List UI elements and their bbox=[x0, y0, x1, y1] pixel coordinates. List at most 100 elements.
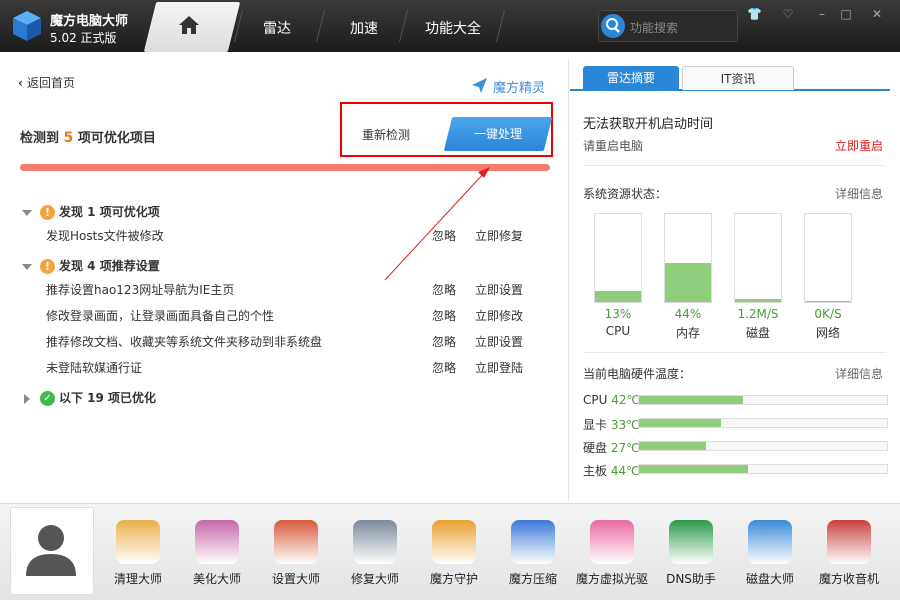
action-button[interactable]: 立即修改 bbox=[475, 307, 523, 324]
disc-icon bbox=[590, 520, 634, 564]
temp-fill bbox=[639, 442, 706, 450]
memory-label: 内存 bbox=[675, 326, 700, 340]
temp-fill bbox=[639, 465, 749, 473]
temp-fill bbox=[639, 419, 721, 427]
network-bar bbox=[804, 213, 852, 303]
temp-label: CPU bbox=[583, 393, 608, 407]
temp-label: 硬盘 bbox=[583, 441, 608, 455]
avatar-icon bbox=[26, 525, 76, 576]
archive-icon bbox=[511, 520, 555, 564]
boot-time-title: 无法获取开机启动时间 bbox=[583, 117, 714, 132]
restart-link[interactable]: 立即重启 bbox=[835, 137, 883, 154]
temp-value: 42℃ bbox=[611, 393, 640, 407]
resource-title: 系统资源状态： bbox=[583, 187, 668, 201]
tool-label: 磁盘大师 bbox=[745, 572, 794, 586]
check-icon: ✓ bbox=[40, 391, 55, 406]
temp-fill bbox=[639, 396, 744, 404]
group-recommend[interactable]: ! 发现 4 项推荐设置 bbox=[22, 257, 160, 274]
broom-icon bbox=[116, 520, 160, 564]
tool-repair[interactable]: 修复大师 bbox=[335, 510, 415, 587]
action-button[interactable]: 立即设置 bbox=[475, 281, 523, 298]
ignore-button[interactable]: 忽略 bbox=[432, 281, 456, 298]
network-label: 网络 bbox=[815, 326, 840, 340]
cpu-value: 13% bbox=[604, 307, 632, 321]
disk-fill bbox=[735, 299, 781, 302]
collapse-icon bbox=[24, 393, 30, 404]
group-optimize[interactable]: ! 发现 1 项可优化项 bbox=[22, 203, 160, 220]
radio-icon bbox=[827, 520, 871, 564]
temp-bar-cpu bbox=[638, 395, 888, 405]
tool-label: DNS助手 bbox=[666, 572, 716, 586]
tool-label: 魔方虚拟光驱 bbox=[575, 572, 648, 586]
tool-cleaner[interactable]: 清理大师 bbox=[98, 510, 178, 587]
ignore-button[interactable]: 忽略 bbox=[432, 307, 456, 324]
ignore-button[interactable]: 忽略 bbox=[432, 359, 456, 376]
disk-label: 磁盘 bbox=[745, 326, 770, 340]
action-button[interactable]: 立即修复 bbox=[475, 227, 523, 244]
ignore-button[interactable]: 忽略 bbox=[432, 333, 456, 350]
temp-label: 显卡 bbox=[583, 418, 608, 432]
memory-value: 44% bbox=[674, 307, 702, 321]
dns-globe-icon bbox=[669, 520, 713, 564]
group-title: 发现 4 项推荐设置 bbox=[59, 259, 160, 273]
tool-beautify[interactable]: 美化大师 bbox=[177, 510, 257, 587]
list-item: 发现Hosts文件被修改 bbox=[46, 229, 164, 243]
tool-guard[interactable]: 魔方守护 bbox=[414, 510, 494, 587]
rocket-icon bbox=[274, 520, 318, 564]
ignore-button[interactable]: 忽略 bbox=[432, 227, 456, 244]
tool-label: 魔方收音机 bbox=[818, 572, 879, 586]
cpu-label: CPU bbox=[605, 324, 631, 338]
tab-radar-summary[interactable]: 雷达摘要 bbox=[583, 66, 679, 90]
list-item: 修改登录画面，让登录画面具备自己的个性 bbox=[46, 309, 275, 323]
action-button[interactable]: 立即设置 bbox=[475, 333, 523, 350]
network-value: 0K/S bbox=[814, 307, 842, 321]
cpu-bar bbox=[594, 213, 642, 303]
divider bbox=[583, 165, 886, 166]
tool-settings[interactable]: 设置大师 bbox=[256, 510, 336, 587]
temp-row-gpu: 显卡 33℃ bbox=[583, 416, 640, 433]
tab-it-news[interactable]: IT资讯 bbox=[682, 66, 794, 90]
group-title: 发现 1 项可优化项 bbox=[59, 205, 160, 219]
shield-icon bbox=[432, 520, 476, 564]
warning-icon: ! bbox=[40, 259, 55, 274]
group-title: 以下 19 项已优化 bbox=[59, 391, 157, 405]
resource-details-link[interactable]: 详细信息 bbox=[835, 185, 883, 202]
tool-virtual-drive[interactable]: 魔方虚拟光驱 bbox=[572, 510, 652, 587]
tool-radio[interactable]: 魔方收音机 bbox=[809, 510, 889, 587]
temp-bar-disk bbox=[638, 441, 888, 451]
network-fill bbox=[805, 301, 851, 302]
temp-label: 主板 bbox=[583, 464, 608, 478]
temperature-title: 当前电脑硬件温度： bbox=[583, 367, 692, 381]
divider bbox=[583, 352, 886, 353]
temp-row-board: 主板 44℃ bbox=[583, 462, 640, 479]
expand-icon bbox=[22, 263, 32, 270]
temp-row-disk: 硬盘 27℃ bbox=[583, 439, 640, 456]
boot-time-sub: 请重启电脑 bbox=[583, 139, 644, 153]
disk-bar bbox=[734, 213, 782, 303]
panel-divider bbox=[568, 60, 569, 500]
cpu-fill bbox=[595, 290, 641, 302]
tool-compress[interactable]: 魔方压缩 bbox=[493, 510, 573, 587]
memory-bar bbox=[664, 213, 712, 303]
temp-value: 33℃ bbox=[610, 418, 640, 432]
disk-value: 1.2M/S bbox=[737, 307, 779, 321]
disk-icon bbox=[748, 520, 792, 564]
temp-bar-gpu bbox=[638, 418, 888, 428]
temperature-details-link[interactable]: 详细信息 bbox=[835, 365, 883, 382]
action-button[interactable]: 立即登陆 bbox=[475, 359, 523, 376]
group-optimized[interactable]: ✓ 以下 19 项已优化 bbox=[22, 389, 156, 406]
expand-icon bbox=[22, 209, 32, 216]
temp-row-cpu: CPU 42℃ bbox=[583, 393, 640, 407]
tool-label: 魔方守护 bbox=[429, 572, 478, 586]
tool-label: 魔方压缩 bbox=[508, 572, 557, 586]
list-item: 推荐修改文档、收藏夹等系统文件夹移动到非系统盘 bbox=[46, 335, 323, 349]
tool-disk[interactable]: 磁盘大师 bbox=[730, 510, 810, 587]
list-item: 未登陆软媒通行证 bbox=[46, 361, 143, 375]
memory-fill bbox=[665, 263, 711, 302]
tool-dns[interactable]: DNS助手 bbox=[651, 510, 731, 587]
warning-icon: ! bbox=[40, 205, 55, 220]
tool-label: 清理大师 bbox=[113, 572, 162, 586]
wrench-icon bbox=[353, 520, 397, 564]
list-item: 推荐设置hao123网址导航为IE主页 bbox=[46, 283, 235, 297]
tool-label: 修复大师 bbox=[350, 572, 399, 586]
